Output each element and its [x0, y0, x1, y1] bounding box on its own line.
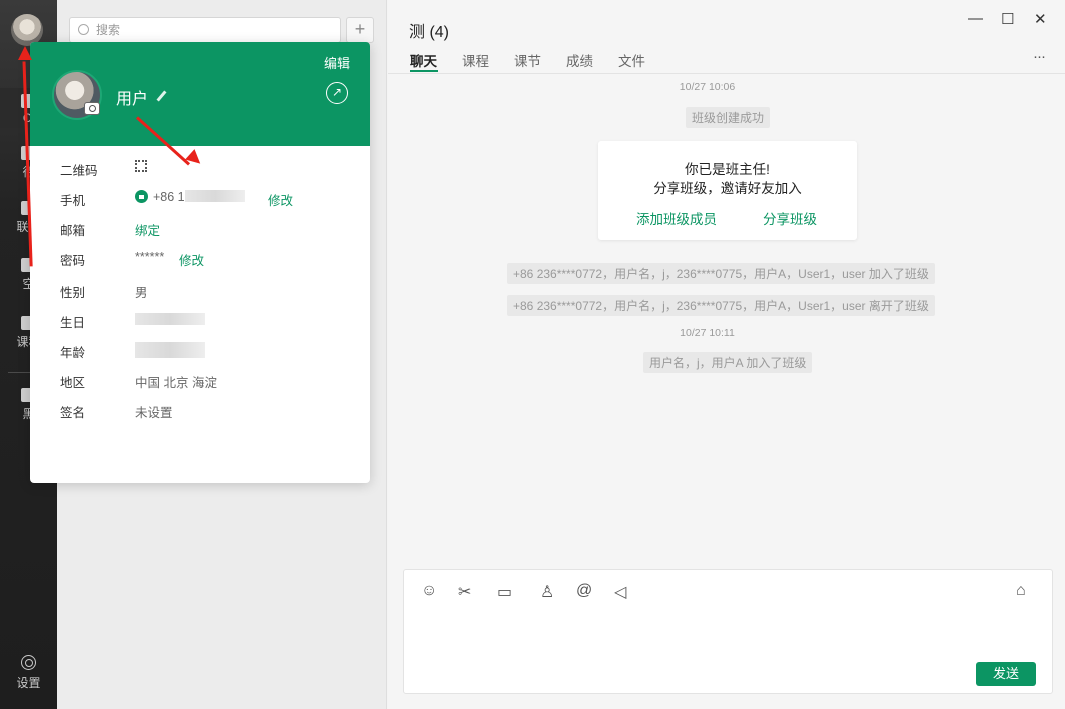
sidebar-item-settings[interactable]: 设置: [0, 655, 57, 691]
close-button[interactable]: ✕: [1034, 10, 1047, 28]
signature-value: 未设置: [135, 406, 173, 420]
system-message: +86 236****0772，用户名，j，236****0775，用户A，Us…: [507, 295, 935, 316]
scissors-icon[interactable]: ✂: [458, 582, 471, 602]
camera-icon[interactable]: [84, 102, 100, 115]
maximize-button[interactable]: ☐: [1001, 10, 1014, 28]
card-line1: 你已是班主任!: [685, 162, 770, 177]
redacted-phone: [184, 190, 245, 202]
tab-course[interactable]: 课程: [462, 50, 489, 70]
region-label: 地区: [60, 376, 86, 390]
birthday-value: [135, 313, 205, 327]
birthday-label: 生日: [60, 316, 86, 330]
more-options-button[interactable]: ···: [1033, 48, 1046, 65]
password-value: ******: [135, 250, 165, 264]
tab-chat[interactable]: 聊天: [410, 50, 437, 70]
region-value: 中国 北京 海淀: [135, 376, 217, 390]
signature-label: 签名: [60, 406, 86, 420]
qrcode-value[interactable]: [135, 160, 147, 175]
email-bind-link[interactable]: 绑定: [135, 220, 160, 239]
age-value: [135, 342, 205, 360]
gender-label: 性别: [60, 286, 86, 300]
phone-value: +86 1: [135, 190, 245, 204]
teacher-card: 你已是班主任! 分享班级，邀请好友加入 添加班级成员 分享班级: [598, 141, 857, 240]
age-label: 年龄: [60, 346, 86, 360]
tab-lesson[interactable]: 课节: [514, 50, 541, 70]
redacted-birthday: [135, 313, 205, 325]
password-label: 密码: [60, 254, 86, 268]
search-icon: [78, 24, 89, 35]
tab-grades[interactable]: 成绩: [566, 50, 593, 70]
lock-icon: [135, 190, 148, 203]
phone-number: +86 1: [153, 190, 185, 204]
gear-icon: [21, 655, 36, 670]
redacted-age: [135, 342, 205, 358]
at-icon[interactable]: @: [576, 582, 592, 600]
message-composer[interactable]: ☺ ✂ ▭ ♙ @ ◁ ⌂ 发送: [403, 569, 1053, 694]
camera-icon[interactable]: ⌂: [1016, 582, 1026, 600]
timestamp: 10/27 10:06: [679, 81, 736, 93]
pencil-icon[interactable]: [156, 90, 167, 102]
timestamp: 10/27 10:11: [680, 327, 735, 339]
emoji-icon[interactable]: ☺: [421, 582, 437, 600]
share-icon[interactable]: ↗: [326, 82, 348, 104]
card-line2: 分享班级，邀请好友加入: [653, 181, 802, 196]
system-message: 班级创建成功: [686, 107, 771, 128]
annotation-arrow-head-up: [18, 46, 32, 60]
system-message: +86 236****0772，用户名，j，236****0775，用户A，Us…: [507, 263, 935, 284]
add-button[interactable]: +: [346, 17, 374, 43]
search-placeholder: 搜索: [96, 23, 121, 37]
profile-header: 编辑 用户 ↗: [30, 42, 370, 146]
speaker-icon[interactable]: ◁: [614, 582, 626, 602]
chat-panel: 测 (4) — ☐ ✕ 聊天 课程 课节 成绩 文件 ··· 10/27 10:…: [388, 0, 1065, 709]
send-button[interactable]: 发送: [976, 662, 1036, 686]
sidebar-item-label: 设置: [16, 676, 41, 690]
qrcode-label: 二维码: [60, 164, 98, 178]
profile-popup: 编辑 用户 ↗ 二维码 手机 +86 1 修改 邮箱 绑定 密码 ****** …: [30, 42, 370, 483]
gender-value: 男: [135, 286, 148, 300]
tab-files[interactable]: 文件: [618, 50, 645, 70]
edit-profile-button[interactable]: 编辑: [324, 53, 350, 72]
qrcode-icon: [135, 160, 147, 172]
tabs-divider: [388, 73, 1065, 74]
person-icon[interactable]: ♙: [540, 582, 554, 602]
email-label: 邮箱: [60, 224, 86, 238]
password-edit-link[interactable]: 修改: [179, 250, 204, 269]
chat-title: 测 (4): [409, 24, 450, 41]
search-input[interactable]: 搜索: [69, 17, 341, 43]
phone-edit-link[interactable]: 修改: [268, 190, 293, 209]
folder-icon[interactable]: ▭: [497, 582, 512, 602]
phone-label: 手机: [60, 194, 86, 208]
share-class-link[interactable]: 分享班级: [763, 208, 817, 228]
system-message: 用户名，j，用户A 加入了班级: [643, 352, 813, 373]
profile-name: 用户: [116, 91, 149, 108]
active-tab-indicator: [410, 70, 438, 72]
minimize-button[interactable]: —: [968, 10, 983, 27]
add-members-link[interactable]: 添加班级成员: [636, 208, 717, 228]
